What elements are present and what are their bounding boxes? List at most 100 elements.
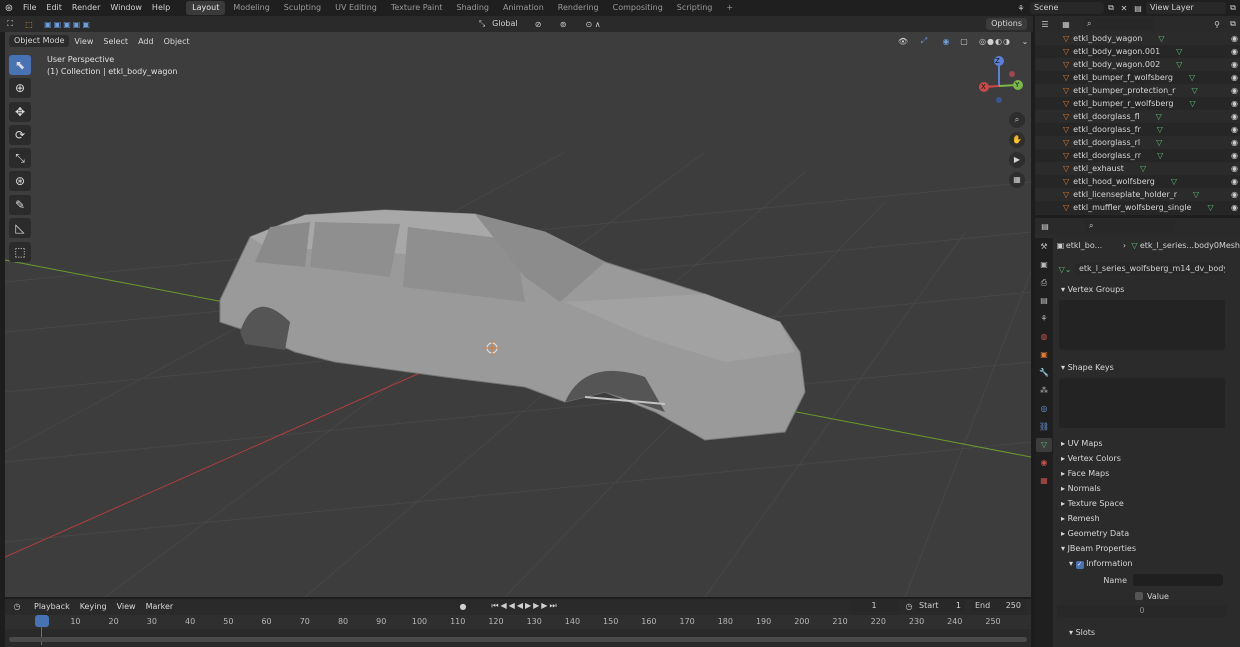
eye-icon[interactable]: ◉	[1231, 58, 1238, 71]
constraints-tab-icon[interactable]: ⛓	[1036, 420, 1052, 434]
options-dropdown[interactable]: Options	[986, 18, 1027, 30]
properties-search-input[interactable]: ⌕	[1085, 220, 1175, 232]
record-button-icon[interactable]: ●	[457, 602, 469, 611]
panel-uv-maps[interactable]: ▸ UV Maps	[1055, 436, 1240, 451]
outliner-search-input[interactable]: ⌕	[1083, 18, 1155, 30]
move-tool-icon[interactable]: ✥	[9, 102, 31, 122]
tab-shading[interactable]: Shading	[450, 1, 495, 15]
add-cube-tool-icon[interactable]: ⬚	[9, 242, 31, 262]
scene-icon[interactable]: ⚘	[1012, 4, 1030, 13]
eye-icon[interactable]: ◉	[1231, 97, 1238, 110]
menu-window[interactable]: Window	[105, 0, 147, 16]
transform-tool-icon[interactable]: ⊛	[9, 171, 31, 191]
tab-modeling[interactable]: Modeling	[227, 1, 275, 15]
outliner-item[interactable]: ▽ etkl_bumper_r_wolfsberg ▽ ◉	[1035, 97, 1240, 110]
menu-edit[interactable]: Edit	[41, 0, 67, 16]
object-tab-icon[interactable]: ▣	[1036, 348, 1052, 362]
menu-help[interactable]: Help	[147, 0, 175, 16]
outliner-item[interactable]: ▽ etkl_body_wagon ▽ ◉	[1035, 32, 1240, 45]
new-view-layer-icon[interactable]: ⧉	[1226, 3, 1240, 13]
outliner-item[interactable]: ▽ etkl_bumper_f_wolfsberg ▽ ◉	[1035, 71, 1240, 84]
outliner-item[interactable]: ▽ etkl_doorglass_fr ▽ ◉	[1035, 123, 1240, 136]
outliner-item[interactable]: ▽ etkl_body_wagon.001 ▽ ◉	[1035, 45, 1240, 58]
outliner-item[interactable]: ▽ etkl_doorglass_rr ▽ ◉	[1035, 149, 1240, 162]
scale-tool-icon[interactable]: ⤡	[9, 148, 31, 168]
orthographic-toggle-icon[interactable]: ▦	[1009, 172, 1025, 188]
vertex-groups-list[interactable]	[1059, 300, 1225, 350]
annotate-tool-icon[interactable]: ✎	[9, 195, 31, 215]
view-layer-tab-icon[interactable]: ▤	[1036, 294, 1052, 308]
new-collection-icon[interactable]: ⧉	[1226, 19, 1240, 29]
output-tab-icon[interactable]: ⎙	[1036, 276, 1052, 290]
3d-viewport[interactable]: User Perspective (1) Collection | etkl_b…	[5, 32, 1031, 597]
selection-mode-icons[interactable]: ▣▣▣▣▣	[38, 20, 98, 29]
tab-rendering[interactable]: Rendering	[552, 1, 605, 15]
measure-tool-icon[interactable]: ◺	[9, 218, 31, 238]
viewport-scene[interactable]	[5, 32, 1031, 597]
new-scene-icon[interactable]: ⧉	[1104, 3, 1118, 13]
select-box-tool-icon[interactable]: ⬉	[9, 55, 31, 75]
rotate-tool-icon[interactable]: ⟳	[9, 125, 31, 145]
zoom-icon[interactable]: ⌕	[1009, 112, 1025, 128]
timeline-menu-view[interactable]: View	[112, 602, 141, 611]
eye-icon[interactable]: ◉	[1231, 123, 1238, 136]
playback-controls-icons[interactable]: ⏮◀◀◀▶▶▶⏭	[487, 601, 563, 611]
panel-remesh[interactable]: ▸ Remesh	[1055, 511, 1240, 526]
xray-toggle-icon[interactable]: ▢	[957, 37, 971, 46]
current-frame-field[interactable]: 1	[850, 600, 898, 612]
playhead[interactable]	[35, 615, 49, 627]
timeline-menu-keying[interactable]: Keying	[75, 602, 112, 611]
add-workspace-button[interactable]: +	[720, 1, 739, 15]
tab-compositing[interactable]: Compositing	[607, 1, 669, 15]
subpanel-information[interactable]: ▾ ✓ Information	[1055, 556, 1240, 571]
outliner-item[interactable]: ▽ etkl_doorglass_rl ▽ ◉	[1035, 136, 1240, 149]
end-frame-field[interactable]: End 250	[971, 600, 1025, 612]
viewport-menu-select[interactable]: Select	[98, 37, 133, 46]
checkbox-checked-icon[interactable]: ✓	[1075, 561, 1084, 569]
outliner-editor-icon[interactable]: ☰	[1035, 20, 1055, 29]
data-tab-icon[interactable]: ▽	[1036, 438, 1052, 452]
timeline-menu-marker[interactable]: Marker	[141, 602, 179, 611]
panel-vertex-colors[interactable]: ▸ Vertex Colors	[1055, 451, 1240, 466]
menu-render[interactable]: Render	[67, 0, 105, 16]
eye-icon[interactable]: ◉	[1231, 188, 1238, 201]
shape-keys-list[interactable]	[1059, 378, 1225, 428]
panel-texture-space[interactable]: ▸ Texture Space	[1055, 496, 1240, 511]
eye-icon[interactable]: ◉	[1231, 84, 1238, 97]
shading-mode-icons[interactable]: ◎●◐◑	[971, 37, 1019, 46]
eye-icon[interactable]: ◉	[1231, 201, 1238, 214]
mesh-datablock-field[interactable]: etk_l_series_wolfsberg_m14_dv_body0M...	[1075, 263, 1225, 275]
view-layer-field[interactable]: View Layer	[1146, 2, 1226, 14]
proportional-editing-icon[interactable]: ⊙ ∧	[578, 20, 608, 29]
overlay-toggle-icon[interactable]: ◉	[935, 37, 957, 46]
eye-icon[interactable]: ◉	[1231, 32, 1238, 45]
blender-logo-icon[interactable]: ⊛	[0, 3, 18, 14]
panel-jbeam-properties[interactable]: ▾ JBeam Properties	[1055, 541, 1240, 556]
select-tool-icon[interactable]: ⬚	[20, 20, 38, 29]
shading-options-icon[interactable]: ⌄	[1019, 37, 1031, 46]
timeline-editor-icon[interactable]: ◷	[5, 602, 29, 611]
texture-tab-icon[interactable]: ▦	[1036, 474, 1052, 488]
properties-editor-icon[interactable]: ▤	[1035, 222, 1055, 231]
outliner-item[interactable]: ▽ etkl_exhaust ▽ ◉	[1035, 162, 1240, 175]
viewport-menu-object[interactable]: Object	[159, 37, 195, 46]
tab-uv-editing[interactable]: UV Editing	[329, 1, 383, 15]
transform-orientation-icon[interactable]: ⤡	[476, 19, 488, 29]
outliner-item[interactable]: ▽ etkl_body_wagon.002 ▽ ◉	[1035, 58, 1240, 71]
panel-geometry-data[interactable]: ▸ Geometry Data	[1055, 526, 1240, 541]
visibility-icon[interactable]: 👁	[893, 37, 913, 46]
tab-sculpting[interactable]: Sculpting	[278, 1, 327, 15]
name-input[interactable]	[1133, 574, 1223, 586]
panel-face-maps[interactable]: ▸ Face Maps	[1055, 466, 1240, 481]
outliner-item[interactable]: ▽ etkl_bumper_protection_r ▽ ◉	[1035, 84, 1240, 97]
editor-type-icon[interactable]: ⛶	[0, 19, 20, 29]
eye-icon[interactable]: ◉	[1231, 71, 1238, 84]
tab-layout[interactable]: Layout	[186, 1, 226, 15]
tab-scripting[interactable]: Scripting	[671, 1, 719, 15]
panel-shape-keys[interactable]: ▾ Shape Keys	[1055, 360, 1240, 375]
subpanel-slots[interactable]: ▾ Slots	[1055, 625, 1240, 640]
breadcrumb-mesh[interactable]: etk_l_series...body0Mesh	[1140, 241, 1240, 250]
world-tab-icon[interactable]: ◍	[1036, 330, 1052, 344]
modifier-tab-icon[interactable]: 🔧	[1036, 366, 1052, 380]
material-tab-icon[interactable]: ◉	[1036, 456, 1052, 470]
